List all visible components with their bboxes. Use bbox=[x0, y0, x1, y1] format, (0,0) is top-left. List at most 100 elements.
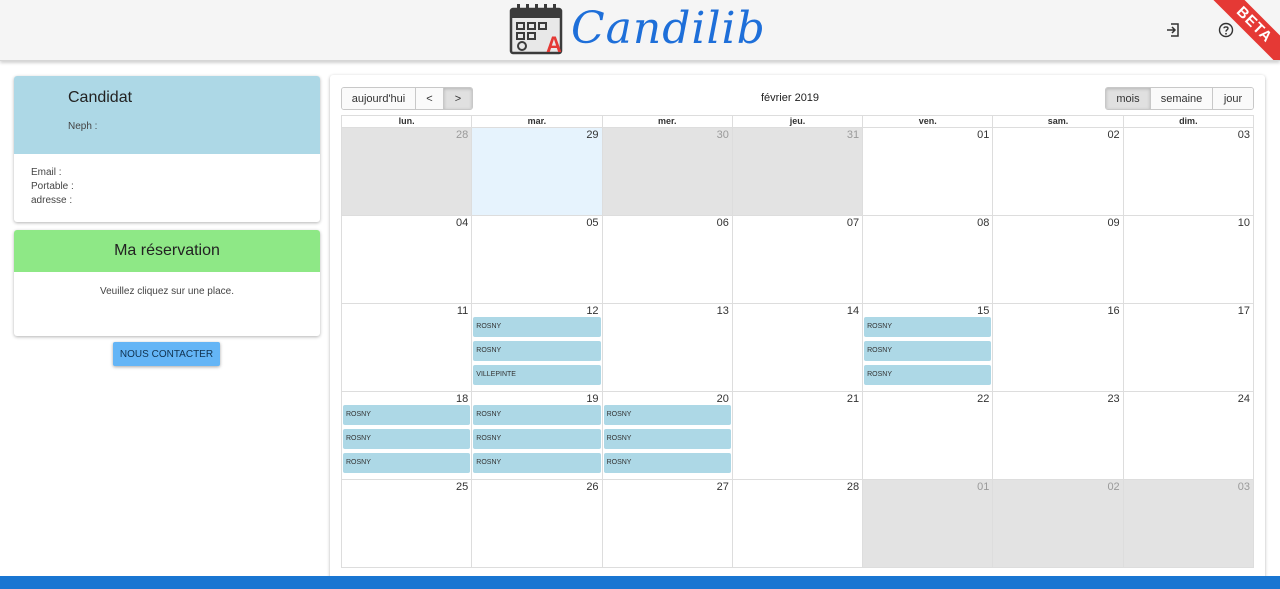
day-number[interactable]: 03 bbox=[1238, 129, 1250, 141]
day-number[interactable]: 17 bbox=[1238, 305, 1250, 317]
day-cell[interactable]: 11 bbox=[342, 304, 473, 392]
day-number[interactable]: 31 bbox=[847, 129, 859, 141]
day-cell[interactable]: 17 bbox=[1123, 304, 1254, 392]
day-number[interactable]: 19 bbox=[586, 393, 598, 405]
day-number[interactable]: 27 bbox=[717, 481, 729, 493]
day-cell[interactable]: 27 bbox=[602, 480, 733, 568]
day-cell[interactable]: 22 bbox=[863, 392, 994, 480]
day-cell[interactable]: 01 bbox=[863, 128, 994, 216]
day-cell[interactable]: 20 ROSNY ROSNY ROSNY bbox=[602, 392, 733, 480]
day-cell[interactable]: 02 bbox=[993, 480, 1124, 568]
day-cell[interactable]: 30 bbox=[602, 128, 733, 216]
day-cell[interactable]: 28 bbox=[732, 480, 864, 568]
next-month-button[interactable]: > bbox=[444, 88, 472, 109]
day-cell[interactable]: 16 bbox=[993, 304, 1124, 392]
day-number[interactable]: 20 bbox=[717, 393, 729, 405]
day-number[interactable]: 07 bbox=[847, 217, 859, 229]
view-day-button[interactable]: jour bbox=[1213, 88, 1253, 109]
day-number[interactable]: 28 bbox=[456, 129, 468, 141]
day-number[interactable]: 14 bbox=[847, 305, 859, 317]
candidate-details: Email : Portable : adresse : bbox=[14, 154, 320, 208]
day-cell[interactable]: 18 ROSNY ROSNY ROSNY bbox=[342, 392, 473, 480]
day-cell[interactable]: 01 bbox=[863, 480, 994, 568]
prev-month-button[interactable]: < bbox=[416, 88, 444, 109]
event-slot[interactable]: ROSNY bbox=[603, 453, 731, 473]
day-cell[interactable]: 26 bbox=[472, 480, 603, 568]
day-cell[interactable]: 05 bbox=[472, 216, 603, 304]
day-number[interactable]: 06 bbox=[717, 217, 729, 229]
day-cell[interactable]: 24 bbox=[1123, 392, 1254, 480]
day-cell[interactable]: 03 bbox=[1123, 480, 1254, 568]
day-number[interactable]: 12 bbox=[586, 305, 598, 317]
day-number[interactable]: 05 bbox=[586, 217, 598, 229]
login-arrow-icon bbox=[1167, 23, 1179, 37]
day-cell[interactable]: 15 ROSNY ROSNY ROSNY bbox=[863, 304, 994, 392]
day-cell[interactable]: 19 ROSNY ROSNY ROSNY bbox=[472, 392, 603, 480]
event-slot[interactable]: ROSNY bbox=[864, 365, 992, 385]
day-cell[interactable]: 08 bbox=[863, 216, 994, 304]
day-number[interactable]: 11 bbox=[457, 305, 468, 317]
event-slot[interactable]: VILLEPINTE bbox=[473, 365, 601, 385]
day-cell[interactable]: 23 bbox=[993, 392, 1124, 480]
week-row: 28 29 30 31 01 02 03 bbox=[342, 128, 1254, 216]
app-logo[interactable]: A Candilib bbox=[509, 2, 766, 57]
day-cell[interactable]: 21 bbox=[732, 392, 864, 480]
event-slot[interactable]: ROSNY bbox=[603, 429, 731, 449]
logout-button[interactable] bbox=[1161, 18, 1185, 42]
day-cell[interactable]: 29 bbox=[472, 128, 603, 216]
day-cell[interactable]: 03 bbox=[1123, 128, 1254, 216]
view-week-button[interactable]: semaine bbox=[1151, 88, 1213, 109]
day-cell[interactable]: 14 bbox=[732, 304, 864, 392]
day-number[interactable]: 25 bbox=[456, 481, 468, 493]
event-slot[interactable]: ROSNY bbox=[343, 453, 471, 473]
day-number[interactable]: 09 bbox=[1107, 217, 1119, 229]
day-cell[interactable]: 25 bbox=[342, 480, 473, 568]
day-number[interactable]: 01 bbox=[977, 129, 989, 141]
day-number[interactable]: 15 bbox=[977, 305, 989, 317]
event-slot[interactable]: ROSNY bbox=[343, 405, 471, 425]
day-cell[interactable]: 06 bbox=[602, 216, 733, 304]
day-number[interactable]: 28 bbox=[847, 481, 859, 493]
day-cell[interactable]: 10 bbox=[1123, 216, 1254, 304]
event-slot[interactable]: ROSNY bbox=[473, 429, 601, 449]
day-number[interactable]: 04 bbox=[456, 217, 468, 229]
event-slot[interactable]: ROSNY bbox=[473, 453, 601, 473]
event-slot[interactable]: ROSNY bbox=[603, 405, 731, 425]
day-number[interactable]: 13 bbox=[717, 305, 729, 317]
svg-text:A: A bbox=[546, 32, 562, 55]
footer-band bbox=[0, 576, 1280, 589]
day-cell[interactable]: 28 bbox=[342, 128, 473, 216]
day-cell[interactable]: 13 bbox=[602, 304, 733, 392]
app-header: A Candilib BETA bbox=[0, 0, 1280, 61]
view-month-button[interactable]: mois bbox=[1106, 88, 1151, 109]
today-button[interactable]: aujourd'hui bbox=[342, 88, 416, 109]
event-slot[interactable]: ROSNY bbox=[864, 317, 992, 337]
day-number[interactable]: 22 bbox=[977, 393, 989, 405]
contact-button[interactable]: NOUS CONTACTER bbox=[113, 342, 220, 366]
day-number[interactable]: 29 bbox=[586, 129, 598, 141]
day-number[interactable]: 16 bbox=[1107, 305, 1119, 317]
day-number[interactable]: 03 bbox=[1238, 481, 1250, 493]
day-number[interactable]: 18 bbox=[456, 393, 468, 405]
day-number[interactable]: 21 bbox=[847, 393, 859, 405]
day-number[interactable]: 02 bbox=[1107, 129, 1119, 141]
day-number[interactable]: 01 bbox=[977, 481, 989, 493]
day-cell[interactable]: 02 bbox=[993, 128, 1124, 216]
day-number[interactable]: 24 bbox=[1238, 393, 1250, 405]
day-number[interactable]: 10 bbox=[1238, 217, 1250, 229]
event-slot[interactable]: ROSNY bbox=[473, 317, 601, 337]
day-number[interactable]: 23 bbox=[1107, 393, 1119, 405]
day-cell[interactable]: 07 bbox=[732, 216, 864, 304]
day-cell[interactable]: 09 bbox=[993, 216, 1124, 304]
day-cell[interactable]: 31 bbox=[732, 128, 864, 216]
day-number[interactable]: 26 bbox=[586, 481, 598, 493]
event-slot[interactable]: ROSNY bbox=[343, 429, 471, 449]
event-slot[interactable]: ROSNY bbox=[473, 341, 601, 361]
day-number[interactable]: 02 bbox=[1107, 481, 1119, 493]
event-slot[interactable]: ROSNY bbox=[864, 341, 992, 361]
event-slot[interactable]: ROSNY bbox=[473, 405, 601, 425]
day-number[interactable]: 30 bbox=[717, 129, 729, 141]
day-cell[interactable]: 12 ROSNY ROSNY VILLEPINTE bbox=[472, 304, 603, 392]
day-cell[interactable]: 04 bbox=[342, 216, 473, 304]
day-number[interactable]: 08 bbox=[977, 217, 989, 229]
